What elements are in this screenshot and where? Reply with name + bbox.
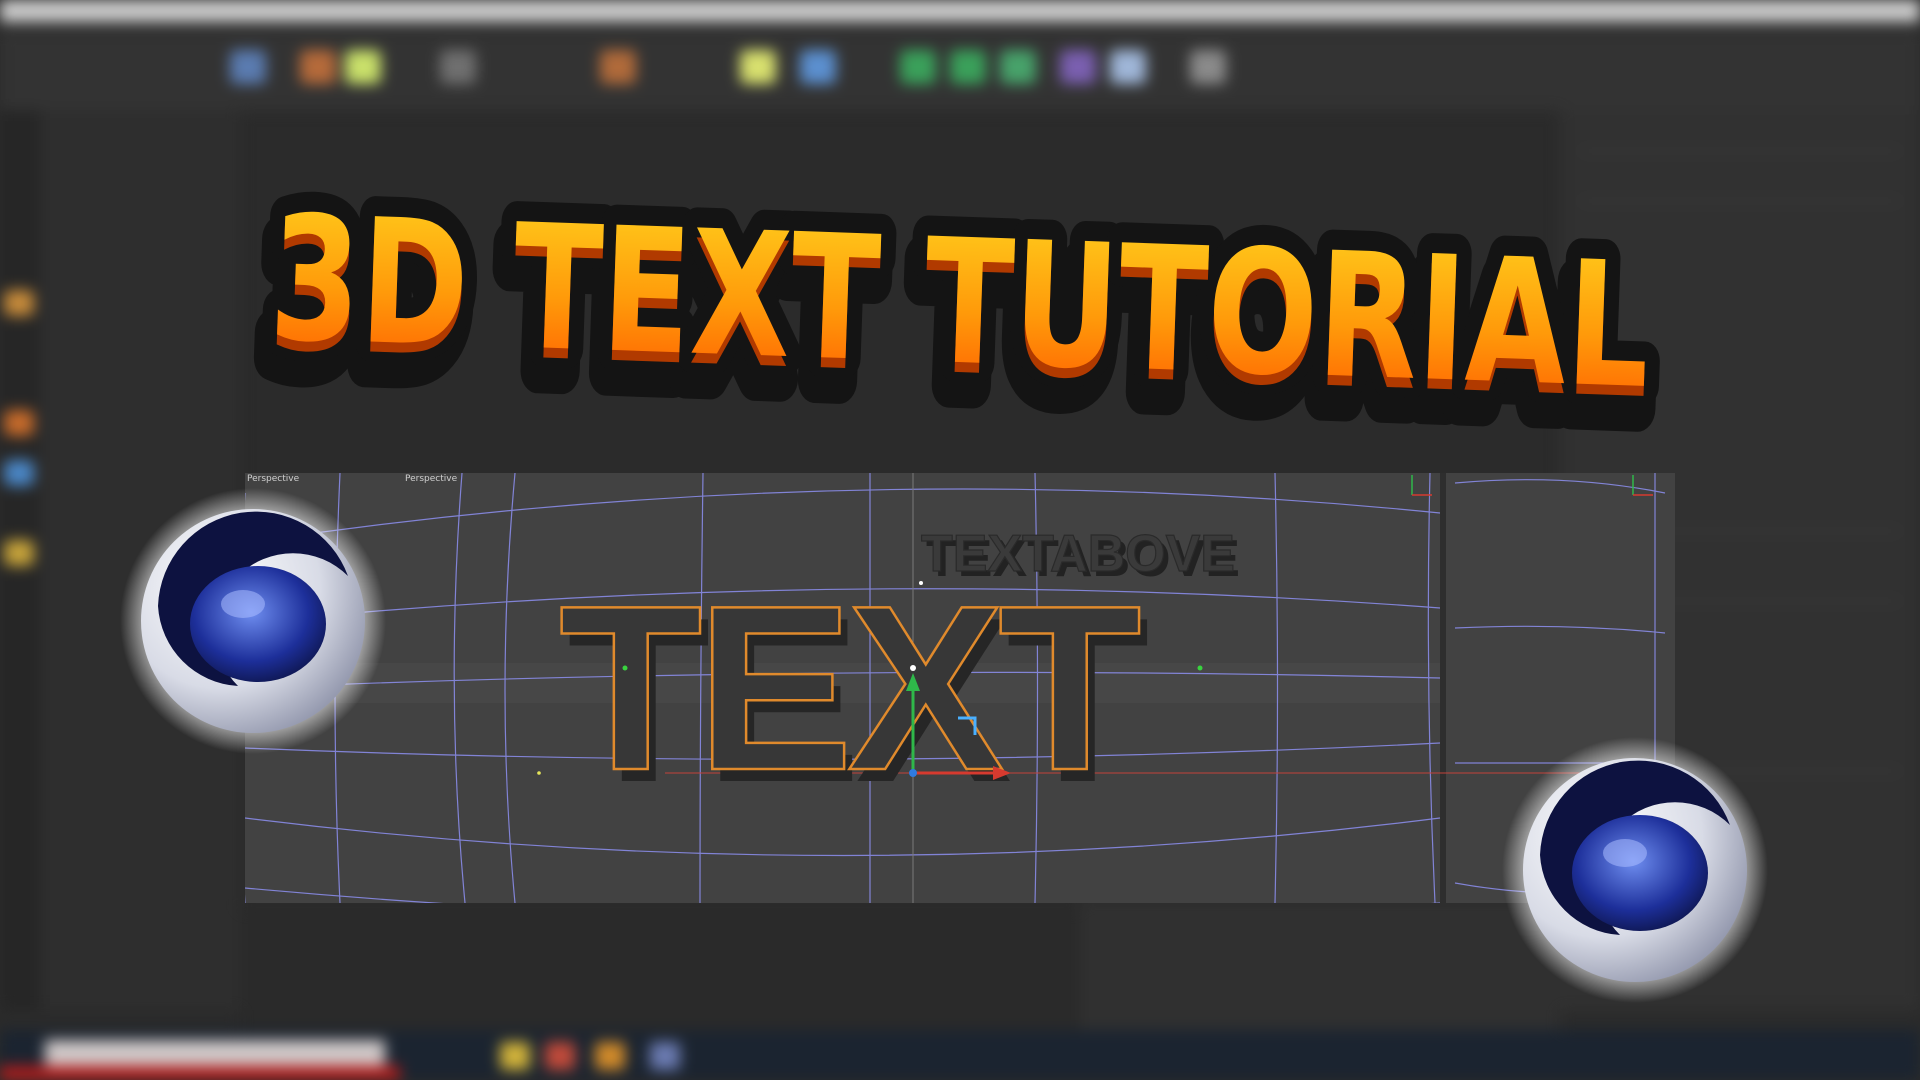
scene-text-main[interactable]: TEXT TEXT <box>558 555 1154 831</box>
material-panel <box>1080 900 1560 1030</box>
thumbnail-title: 3D TEXT TUTORIAL 3D TEXT TUTORIAL 3D TEX… <box>0 0 1920 460</box>
point-handle[interactable] <box>537 771 541 775</box>
taskbar-app-icon[interactable] <box>500 1042 530 1070</box>
axis-indicator-icon <box>1632 475 1653 496</box>
palette-tool-icon[interactable] <box>4 540 34 566</box>
cinema4d-logo-icon <box>120 488 386 754</box>
taskbar-highlight <box>0 1066 400 1080</box>
title-graphic: 3D TEXT TUTORIAL 3D TEXT TUTORIAL 3D TEX… <box>238 158 1673 460</box>
point-handle[interactable] <box>622 665 628 671</box>
point-handle[interactable] <box>1197 665 1203 671</box>
3d-viewport[interactable]: Perspective Perspective TEXTABOVE TEXTAB… <box>245 473 1675 903</box>
cinema4d-logo-icon <box>1502 737 1768 1003</box>
point-handle[interactable] <box>919 581 923 585</box>
taskbar-app-icon[interactable] <box>595 1042 625 1070</box>
viewport-scene: TEXTABOVE TEXTABOVE TEXT TEXT <box>245 473 1675 903</box>
palette-tool-icon[interactable] <box>4 460 34 486</box>
scene-text-main-face: TEXT <box>559 556 1140 819</box>
taskbar-app-icon[interactable] <box>545 1042 575 1070</box>
taskbar-app-icon[interactable] <box>650 1042 680 1070</box>
